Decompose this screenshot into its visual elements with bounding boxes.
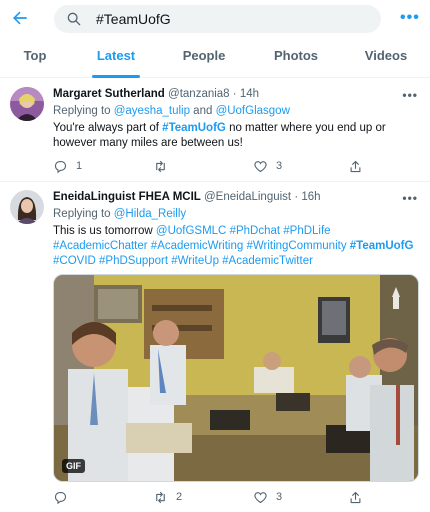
- tab-label: Photos: [273, 48, 319, 63]
- tab-photos[interactable]: Photos: [268, 38, 324, 78]
- tweet-actions: 1 3: [53, 157, 373, 175]
- tab-label: Top: [23, 48, 47, 63]
- retweet-count: 2: [176, 491, 183, 503]
- mention-link[interactable]: @ayesha_tulip: [114, 105, 190, 117]
- tab-label: Videos: [364, 48, 408, 63]
- search-input[interactable]: #TeamUofG: [54, 5, 381, 33]
- hashtag-link[interactable]: #COVID #PhDSupport #WriteUp #AcademicTwi…: [53, 255, 313, 267]
- caret-icon: •••: [402, 191, 418, 205]
- tab-videos[interactable]: Videos: [358, 38, 414, 78]
- back-arrow-icon: [13, 11, 27, 25]
- hashtag-link[interactable]: #PhDchat #PhDLife: [230, 225, 331, 237]
- retweet-icon: [156, 160, 165, 172]
- tweet-menu-button[interactable]: •••: [402, 191, 418, 205]
- author-name[interactable]: Margaret Sutherland: [53, 88, 165, 100]
- search-tabs: Top Latest People Photos Videos: [0, 38, 430, 78]
- retweet-icon: [156, 491, 165, 503]
- active-tab-indicator: [92, 75, 140, 78]
- more-icon: •••: [400, 9, 420, 26]
- tweet-menu-button[interactable]: •••: [402, 88, 418, 102]
- tweet[interactable]: Margaret Sutherland @tanzania8 · 14h •••…: [0, 79, 430, 182]
- mention-link[interactable]: @UofGlasgow: [216, 105, 290, 117]
- tab-label: Latest: [96, 48, 136, 63]
- reply-count: 1: [76, 160, 83, 172]
- author-handle[interactable]: @EneidaLinguist: [204, 191, 291, 203]
- gif-preview-image: [54, 275, 418, 481]
- reply-button[interactable]: [53, 488, 76, 506]
- reply-icon: [54, 160, 67, 173]
- tweet-text-part: This is us tomorrow: [53, 225, 156, 237]
- replying-prefix: Replying to: [53, 208, 114, 220]
- reply-icon: [54, 491, 67, 504]
- tab-label: People: [182, 48, 226, 63]
- tweet-header: Margaret Sutherland @tanzania8 · 14h: [53, 88, 259, 100]
- avatar[interactable]: [10, 190, 44, 224]
- tweet-time[interactable]: · 16h: [294, 191, 320, 203]
- author-name[interactable]: EneidaLinguist FHEA MCIL: [53, 191, 201, 203]
- replying-and: and: [189, 105, 216, 117]
- tab-people[interactable]: People: [176, 38, 232, 78]
- hashtag-link[interactable]: #AcademicChatter #AcademicWriting #Writi…: [53, 240, 350, 252]
- gif-badge: GIF: [62, 459, 85, 473]
- tab-latest[interactable]: Latest: [88, 38, 144, 78]
- tweet-time[interactable]: · 14h: [233, 88, 259, 100]
- avatar[interactable]: [10, 87, 44, 121]
- share-button[interactable]: [348, 488, 363, 506]
- tweet-actions: 2 3: [53, 488, 373, 506]
- hashtag-link[interactable]: #TeamUofG: [162, 122, 226, 134]
- like-icon: [254, 491, 267, 503]
- mention-link[interactable]: @Hilda_Reilly: [114, 208, 186, 220]
- search-icon: [67, 12, 81, 26]
- share-icon: [350, 491, 361, 503]
- retweet-button[interactable]: 2: [153, 488, 182, 506]
- more-options-button[interactable]: •••: [400, 8, 420, 28]
- tweet-media-gif[interactable]: GIF: [53, 274, 419, 482]
- tab-top[interactable]: Top: [14, 38, 56, 78]
- back-button[interactable]: [8, 6, 32, 30]
- tweet-text: This is us tomorrow @UofGSMLC #PhDchat #…: [53, 224, 419, 269]
- retweet-button[interactable]: [153, 157, 176, 175]
- like-count: 3: [276, 160, 283, 172]
- tweet-text: You're always part of #TeamUofG no matte…: [53, 121, 419, 151]
- like-button[interactable]: 3: [253, 488, 282, 506]
- hashtag-link[interactable]: #TeamUofG: [350, 240, 414, 252]
- caret-icon: •••: [402, 88, 418, 102]
- author-handle[interactable]: @tanzania8: [168, 88, 230, 100]
- replying-to: Replying to @Hilda_Reilly: [53, 208, 186, 220]
- search-query: #TeamUofG: [96, 11, 171, 27]
- tweet-text-part: You're always part of: [53, 122, 163, 134]
- share-icon: [350, 160, 361, 172]
- top-bar: #TeamUofG •••: [0, 0, 430, 38]
- mention-link[interactable]: @UofGSMLC: [156, 225, 226, 237]
- like-icon: [254, 160, 267, 172]
- replying-prefix: Replying to: [53, 105, 114, 117]
- share-button[interactable]: [348, 157, 363, 175]
- like-count: 3: [276, 491, 283, 503]
- replying-to: Replying to @ayesha_tulip and @UofGlasgo…: [53, 105, 290, 117]
- reply-button[interactable]: 1: [53, 157, 82, 175]
- like-button[interactable]: 3: [253, 157, 282, 175]
- tweet-header: EneidaLinguist FHEA MCIL @EneidaLinguist…: [53, 191, 321, 203]
